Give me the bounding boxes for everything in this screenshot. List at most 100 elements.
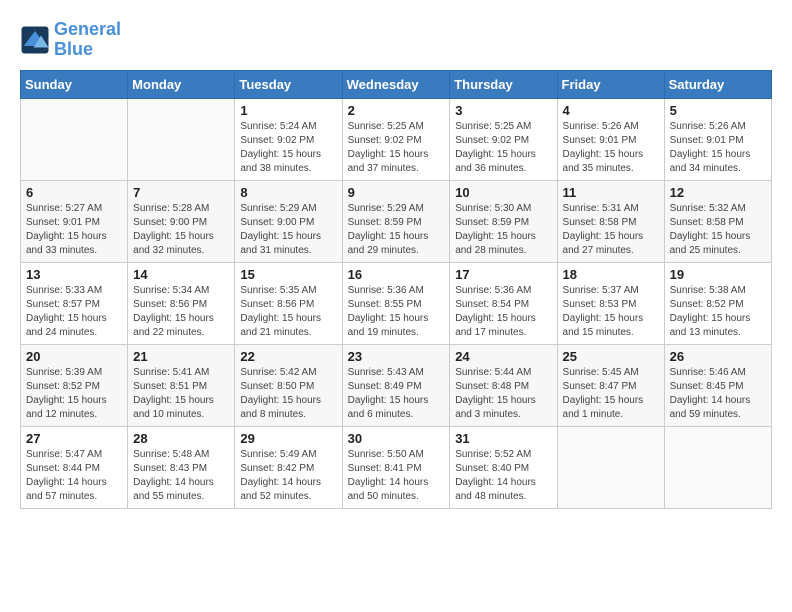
day-number: 7 (133, 185, 229, 200)
day-number: 13 (26, 267, 122, 282)
calendar-cell: 28Sunrise: 5:48 AM Sunset: 8:43 PM Dayli… (128, 426, 235, 508)
calendar-cell: 27Sunrise: 5:47 AM Sunset: 8:44 PM Dayli… (21, 426, 128, 508)
logo-icon (20, 25, 50, 55)
weekday-header-saturday: Saturday (664, 70, 771, 98)
calendar-cell: 24 Sunrise: 5:44 AM Sunset: 8:48 PM Dayli… (450, 344, 557, 426)
day-info: Sunrise: 5:48 AM Sunset: 8:43 PM Dayligh… (133, 448, 229, 504)
day-number: 29 (240, 431, 336, 446)
calendar-cell: 15Sunrise: 5:35 AM Sunset: 8:56 PM Dayli… (235, 262, 342, 344)
page-header: General Blue (20, 20, 772, 60)
calendar-cell: 10 Sunrise: 5:30 AM Sunset: 8:59 PM Dayli… (450, 180, 557, 262)
day-info: Sunrise: 5:52 AM Sunset: 8:40 PM Dayligh… (455, 448, 551, 504)
day-number: 6 (26, 185, 122, 200)
calendar-cell: 21 Sunrise: 5:41 AM Sunset: 8:51 PM Dayli… (128, 344, 235, 426)
day-number: 4 (563, 103, 659, 118)
day-info: Sunrise: 5:26 AM Sunset: 9:01 PM Dayligh… (563, 120, 659, 176)
day-info: Sunrise: 5:47 AM Sunset: 8:44 PM Dayligh… (26, 448, 122, 504)
logo: General Blue (20, 20, 121, 60)
day-info: Sunrise: 5:33 AM Sunset: 8:57 PM Dayligh… (26, 284, 122, 340)
calendar-week-3: 13 Sunrise: 5:33 AM Sunset: 8:57 PM Dayli… (21, 262, 772, 344)
day-number: 18 (563, 267, 659, 282)
day-number: 24 (455, 349, 551, 364)
day-number: 5 (670, 103, 766, 118)
calendar-cell: 22 Sunrise: 5:42 AM Sunset: 8:50 PM Dayli… (235, 344, 342, 426)
day-info: Sunrise: 5:25 AM Sunset: 9:02 PM Dayligh… (348, 120, 445, 176)
day-number: 10 (455, 185, 551, 200)
calendar-cell (128, 98, 235, 180)
day-info: Sunrise: 5:29 AM Sunset: 8:59 PM Dayligh… (348, 202, 445, 258)
day-info: Sunrise: 5:28 AM Sunset: 9:00 PM Dayligh… (133, 202, 229, 258)
calendar-cell: 30Sunrise: 5:50 AM Sunset: 8:41 PM Dayli… (342, 426, 450, 508)
calendar-cell: 6 Sunrise: 5:27 AM Sunset: 9:01 PM Daylig… (21, 180, 128, 262)
day-info: Sunrise: 5:39 AM Sunset: 8:52 PM Dayligh… (26, 366, 122, 422)
calendar-cell: 8 Sunrise: 5:29 AM Sunset: 9:00 PM Daylig… (235, 180, 342, 262)
day-info: Sunrise: 5:25 AM Sunset: 9:02 PM Dayligh… (455, 120, 551, 176)
day-info: Sunrise: 5:45 AM Sunset: 8:47 PM Dayligh… (563, 366, 659, 422)
day-number: 26 (670, 349, 766, 364)
calendar-cell: 9Sunrise: 5:29 AM Sunset: 8:59 PM Daylig… (342, 180, 450, 262)
day-number: 14 (133, 267, 229, 282)
weekday-header-wednesday: Wednesday (342, 70, 450, 98)
day-info: Sunrise: 5:44 AM Sunset: 8:48 PM Dayligh… (455, 366, 551, 422)
calendar-cell: 20Sunrise: 5:39 AM Sunset: 8:52 PM Dayli… (21, 344, 128, 426)
day-info: Sunrise: 5:31 AM Sunset: 8:58 PM Dayligh… (563, 202, 659, 258)
day-info: Sunrise: 5:27 AM Sunset: 9:01 PM Dayligh… (26, 202, 122, 258)
calendar-cell: 29 Sunrise: 5:49 AM Sunset: 8:42 PM Dayli… (235, 426, 342, 508)
calendar-cell (664, 426, 771, 508)
calendar-cell (557, 426, 664, 508)
calendar-cell: 23 Sunrise: 5:43 AM Sunset: 8:49 PM Dayli… (342, 344, 450, 426)
day-number: 21 (133, 349, 229, 364)
day-info: Sunrise: 5:29 AM Sunset: 9:00 PM Dayligh… (240, 202, 336, 258)
day-info: Sunrise: 5:36 AM Sunset: 8:55 PM Dayligh… (348, 284, 445, 340)
calendar-week-2: 6 Sunrise: 5:27 AM Sunset: 9:01 PM Daylig… (21, 180, 772, 262)
day-number: 25 (563, 349, 659, 364)
day-number: 12 (670, 185, 766, 200)
weekday-header-tuesday: Tuesday (235, 70, 342, 98)
calendar-cell: 1 Sunrise: 5:24 AM Sunset: 9:02 PM Daylig… (235, 98, 342, 180)
calendar-cell: 14 Sunrise: 5:34 AM Sunset: 8:56 PM Dayli… (128, 262, 235, 344)
day-info: Sunrise: 5:34 AM Sunset: 8:56 PM Dayligh… (133, 284, 229, 340)
calendar-cell: 7 Sunrise: 5:28 AM Sunset: 9:00 PM Daylig… (128, 180, 235, 262)
day-info: Sunrise: 5:43 AM Sunset: 8:49 PM Dayligh… (348, 366, 445, 422)
day-info: Sunrise: 5:30 AM Sunset: 8:59 PM Dayligh… (455, 202, 551, 258)
day-info: Sunrise: 5:41 AM Sunset: 8:51 PM Dayligh… (133, 366, 229, 422)
calendar-cell: 2 Sunrise: 5:25 AM Sunset: 9:02 PM Daylig… (342, 98, 450, 180)
day-number: 8 (240, 185, 336, 200)
calendar-cell: 16 Sunrise: 5:36 AM Sunset: 8:55 PM Dayli… (342, 262, 450, 344)
calendar-cell: 18Sunrise: 5:37 AM Sunset: 8:53 PM Dayli… (557, 262, 664, 344)
day-info: Sunrise: 5:46 AM Sunset: 8:45 PM Dayligh… (670, 366, 766, 422)
day-number: 3 (455, 103, 551, 118)
calendar-cell: 11 Sunrise: 5:31 AM Sunset: 8:58 PM Dayli… (557, 180, 664, 262)
day-info: Sunrise: 5:49 AM Sunset: 8:42 PM Dayligh… (240, 448, 336, 504)
day-number: 16 (348, 267, 445, 282)
calendar-cell: 25 Sunrise: 5:45 AM Sunset: 8:47 PM Dayli… (557, 344, 664, 426)
calendar-cell: 13 Sunrise: 5:33 AM Sunset: 8:57 PM Dayli… (21, 262, 128, 344)
day-number: 22 (240, 349, 336, 364)
weekday-header-monday: Monday (128, 70, 235, 98)
day-info: Sunrise: 5:26 AM Sunset: 9:01 PM Dayligh… (670, 120, 766, 176)
day-info: Sunrise: 5:35 AM Sunset: 8:56 PM Dayligh… (240, 284, 336, 340)
day-info: Sunrise: 5:42 AM Sunset: 8:50 PM Dayligh… (240, 366, 336, 422)
day-info: Sunrise: 5:36 AM Sunset: 8:54 PM Dayligh… (455, 284, 551, 340)
calendar-week-1: 1 Sunrise: 5:24 AM Sunset: 9:02 PM Daylig… (21, 98, 772, 180)
day-number: 17 (455, 267, 551, 282)
calendar-cell (21, 98, 128, 180)
weekday-header-friday: Friday (557, 70, 664, 98)
day-number: 1 (240, 103, 336, 118)
day-info: Sunrise: 5:24 AM Sunset: 9:02 PM Dayligh… (240, 120, 336, 176)
calendar-cell: 12 Sunrise: 5:32 AM Sunset: 8:58 PM Dayli… (664, 180, 771, 262)
calendar-cell: 17 Sunrise: 5:36 AM Sunset: 8:54 PM Dayli… (450, 262, 557, 344)
calendar-cell: 26 Sunrise: 5:46 AM Sunset: 8:45 PM Dayli… (664, 344, 771, 426)
calendar: SundayMondayTuesdayWednesdayThursdayFrid… (20, 70, 772, 509)
calendar-cell: 5 Sunrise: 5:26 AM Sunset: 9:01 PM Daylig… (664, 98, 771, 180)
calendar-cell: 3 Sunrise: 5:25 AM Sunset: 9:02 PM Daylig… (450, 98, 557, 180)
day-info: Sunrise: 5:50 AM Sunset: 8:41 PM Dayligh… (348, 448, 445, 504)
day-info: Sunrise: 5:32 AM Sunset: 8:58 PM Dayligh… (670, 202, 766, 258)
day-number: 2 (348, 103, 445, 118)
calendar-cell: 19Sunrise: 5:38 AM Sunset: 8:52 PM Dayli… (664, 262, 771, 344)
day-number: 23 (348, 349, 445, 364)
day-number: 11 (563, 185, 659, 200)
weekday-header-sunday: Sunday (21, 70, 128, 98)
calendar-week-5: 27Sunrise: 5:47 AM Sunset: 8:44 PM Dayli… (21, 426, 772, 508)
logo-text: General Blue (54, 20, 121, 60)
